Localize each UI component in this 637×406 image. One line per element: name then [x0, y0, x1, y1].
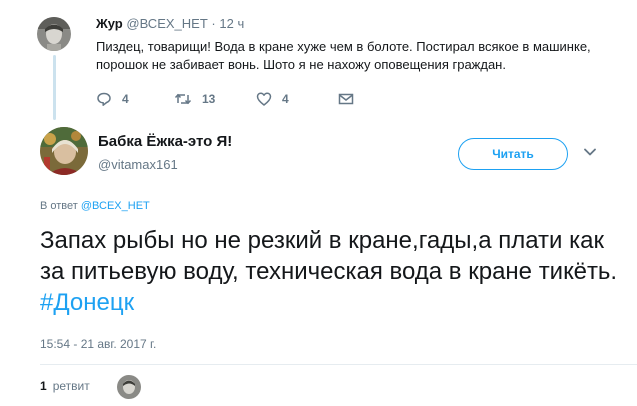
parent-author-handle[interactable]: @ВСЕХ_НЕТ	[126, 16, 207, 31]
parent-avatar[interactable]	[37, 17, 71, 51]
envelope-icon	[338, 93, 354, 105]
tweet-body: Запах рыбы но не резкий в кране,гады,а п…	[40, 227, 618, 285]
like-action[interactable]: 4	[256, 91, 289, 107]
parent-tweet-text: Пиздец, товарищи! Вода в кране хуже чем …	[96, 39, 591, 72]
parent-tweet[interactable]: Жур @ВСЕХ_НЕТ · 12 ч Пиздец, товарищи! В…	[0, 0, 637, 120]
retweet-icon	[174, 93, 192, 105]
reply-context: В ответ @ВСЕХ_НЕТ	[40, 200, 150, 212]
reply-prefix: В ответ	[40, 200, 78, 212]
hashtag-link[interactable]: #Донецк	[40, 289, 134, 316]
author-handle[interactable]: @vitamax161	[98, 157, 178, 172]
retweet-label: ретвит	[52, 379, 90, 393]
thread-connector-line	[53, 55, 56, 120]
retweet-count: 13	[202, 92, 216, 106]
retweeter-avatar[interactable]	[117, 375, 141, 399]
tweet-timestamp[interactable]: 15:54 - 21 авг. 2017 г.	[40, 337, 156, 351]
author-name[interactable]: Бабка Ёжка-это Я!	[98, 133, 232, 150]
parent-author-name[interactable]: Жур	[96, 16, 123, 31]
divider	[40, 364, 637, 365]
follow-button[interactable]: Читать	[458, 138, 568, 170]
heart-icon	[256, 92, 272, 106]
chevron-down-icon[interactable]	[584, 148, 596, 156]
reply-to-handle-link[interactable]: @ВСЕХ_НЕТ	[81, 200, 150, 212]
parent-separator: ·	[211, 16, 216, 31]
parent-header: Жур @ВСЕХ_НЕТ · 12 ч	[96, 16, 244, 31]
parent-timestamp[interactable]: 12 ч	[219, 16, 244, 31]
tweet-text: Запах рыбы но не резкий в кране,гады,а п…	[40, 225, 620, 318]
retweet-action[interactable]: 13	[174, 91, 215, 107]
retweet-count: 1	[40, 379, 47, 393]
reply-action[interactable]: 4	[96, 91, 129, 107]
author-avatar[interactable]	[40, 127, 88, 175]
reply-icon	[97, 92, 111, 106]
like-count: 4	[282, 92, 289, 106]
reply-count: 4	[122, 92, 129, 106]
retweet-stats[interactable]: 1 ретвит	[40, 379, 90, 393]
direct-message-action[interactable]	[338, 91, 354, 107]
